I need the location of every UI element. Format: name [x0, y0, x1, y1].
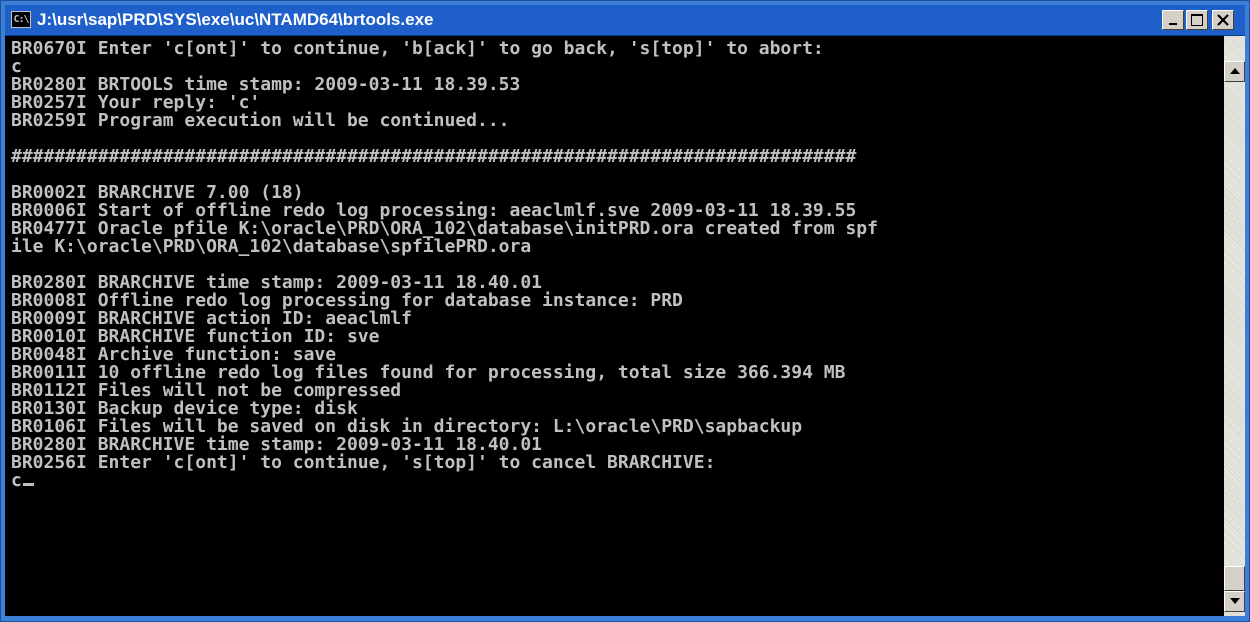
- console-input-line[interactable]: c: [11, 472, 34, 490]
- arrow-up-icon: [1230, 68, 1240, 74]
- vertical-scrollbar[interactable]: [1224, 36, 1245, 616]
- console-line: ########################################…: [11, 146, 857, 167]
- scroll-down-button[interactable]: [1224, 591, 1245, 612]
- console-line: BR0259I Program execution will be contin…: [11, 110, 510, 131]
- console-input-text: c: [11, 470, 22, 491]
- console-app-icon[interactable]: C:\: [11, 11, 31, 28]
- title-bar[interactable]: C:\ J:\usr\sap\PRD\SYS\exe\uc\NTAMD64\br…: [5, 5, 1245, 36]
- close-icon: [1217, 14, 1229, 26]
- maximize-button[interactable]: [1186, 10, 1208, 30]
- arrow-down-icon: [1230, 598, 1240, 604]
- console-window: C:\ J:\usr\sap\PRD\SYS\exe\uc\NTAMD64\br…: [0, 0, 1250, 622]
- minimize-button[interactable]: [1162, 10, 1184, 30]
- console-line: ile K:\oracle\PRD\ORA_102\database\spfil…: [11, 236, 532, 257]
- text-cursor: [22, 483, 34, 486]
- console-line: BR0256I Enter 'c[ont]' to continue, 's[t…: [11, 452, 716, 473]
- window-title: J:\usr\sap\PRD\SYS\exe\uc\NTAMD64\brtool…: [37, 10, 434, 29]
- close-button[interactable]: [1212, 10, 1234, 30]
- scroll-up-button[interactable]: [1224, 61, 1245, 82]
- scroll-thumb[interactable]: [1224, 566, 1245, 591]
- console-output[interactable]: BR0670I Enter 'c[ont]' to continue, 'b[a…: [5, 36, 1224, 616]
- console-line: BR0670I Enter 'c[ont]' to continue, 'b[a…: [11, 38, 824, 59]
